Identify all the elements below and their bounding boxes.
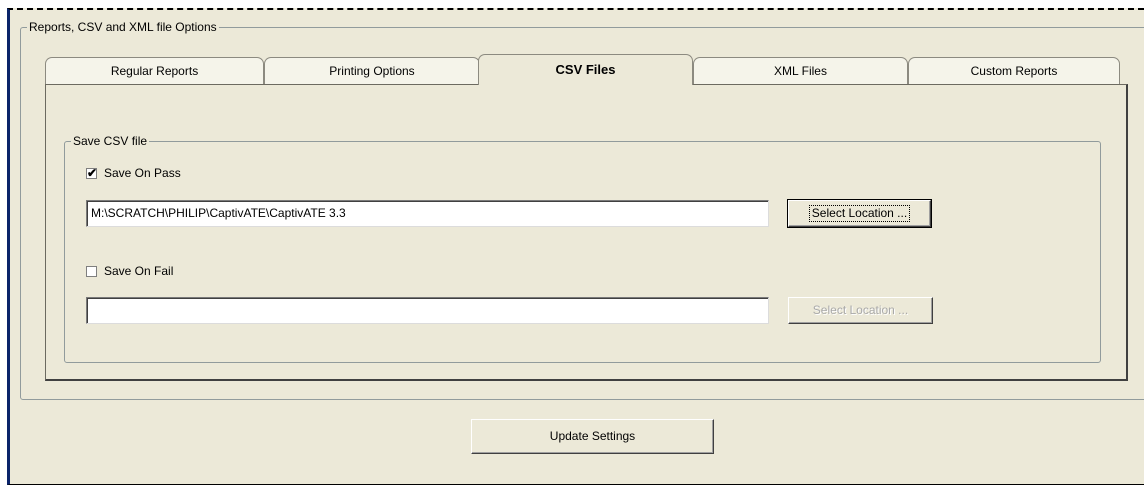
tab-label: CSV Files bbox=[555, 62, 616, 77]
checkbox-empty-icon bbox=[86, 265, 97, 277]
save-on-pass-label: Save On Pass bbox=[104, 166, 181, 180]
save-csv-group: Save CSV file ✔ Save On Pass M:\SCRATCH\… bbox=[64, 133, 1101, 363]
tab-regular-reports[interactable]: Regular Reports bbox=[45, 57, 264, 84]
update-settings-label: Update Settings bbox=[549, 429, 636, 443]
tab-custom-reports[interactable]: Custom Reports bbox=[908, 57, 1120, 84]
save-on-pass-path-field[interactable]: M:\SCRATCH\PHILIP\CaptivATE\CaptivATE 3.… bbox=[86, 200, 769, 227]
save-on-pass-path-value: M:\SCRATCH\PHILIP\CaptivATE\CaptivATE 3.… bbox=[91, 206, 346, 220]
tab-printing-options[interactable]: Printing Options bbox=[264, 57, 480, 84]
save-on-fail-button-label: Select Location ... bbox=[812, 303, 909, 317]
tab-label: Regular Reports bbox=[110, 64, 199, 78]
tab-label: Printing Options bbox=[329, 64, 415, 78]
tab-label: XML Files bbox=[774, 64, 827, 78]
csv-files-panel: Save CSV file ✔ Save On Pass M:\SCRATCH\… bbox=[45, 84, 1128, 381]
save-on-fail-path-field[interactable] bbox=[86, 297, 769, 324]
tab-csv-files[interactable]: CSV Files bbox=[478, 54, 693, 85]
check-mark-icon: ✔ bbox=[86, 165, 98, 180]
settings-window: Reports, CSV and XML file Options Regula… bbox=[7, 8, 1144, 485]
tab-xml-files[interactable]: XML Files bbox=[693, 57, 908, 84]
save-on-pass-select-location-button[interactable]: Select Location ... bbox=[787, 199, 932, 228]
save-on-fail-checkbox[interactable]: Save On Fail bbox=[86, 263, 173, 279]
update-settings-button[interactable]: Update Settings bbox=[471, 419, 714, 454]
save-on-fail-label: Save On Fail bbox=[104, 264, 174, 278]
save-csv-group-title: Save CSV file bbox=[71, 133, 150, 149]
save-on-pass-button-label: Select Location ... bbox=[808, 205, 911, 222]
tab-label: Custom Reports bbox=[970, 64, 1058, 78]
save-on-fail-select-location-button[interactable]: Select Location ... bbox=[788, 297, 933, 324]
save-on-pass-checkbox[interactable]: ✔ Save On Pass bbox=[86, 165, 181, 181]
report-options-group-title: Reports, CSV and XML file Options bbox=[27, 19, 219, 35]
